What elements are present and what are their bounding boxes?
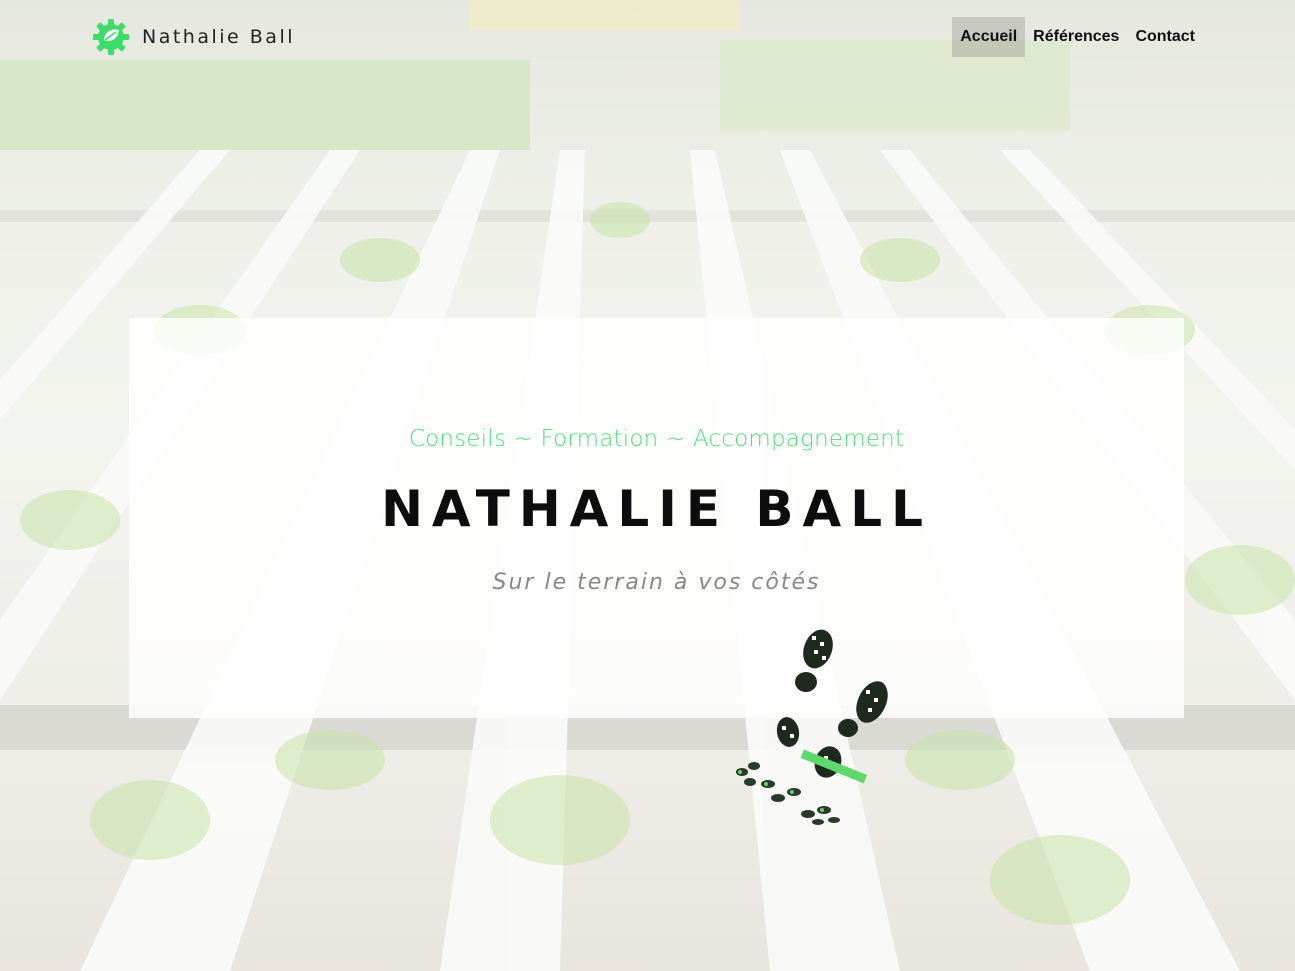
- hero-card: Conseils ~ Formation ~ Accompagnement NA…: [129, 318, 1184, 718]
- gear-leaf-icon: [93, 19, 129, 55]
- site-header: Nathalie Ball Accueil Références Contact: [0, 0, 1295, 72]
- brand-link[interactable]: Nathalie Ball: [92, 18, 295, 56]
- hero-tagline: Conseils ~ Formation ~ Accompagnement: [408, 426, 905, 452]
- main-nav: Accueil Références Contact: [952, 17, 1203, 57]
- nav-item-accueil[interactable]: Accueil: [952, 17, 1026, 57]
- nav-item-references[interactable]: Références: [1025, 17, 1127, 57]
- footprints-icon: [736, 629, 888, 825]
- brand-name: Nathalie Ball: [142, 26, 296, 48]
- nav-item-contact[interactable]: Contact: [1127, 17, 1203, 57]
- hero-title: NATHALIE BALL: [381, 480, 932, 538]
- hero-subtitle: Sur le terrain à vos côtés: [492, 570, 821, 595]
